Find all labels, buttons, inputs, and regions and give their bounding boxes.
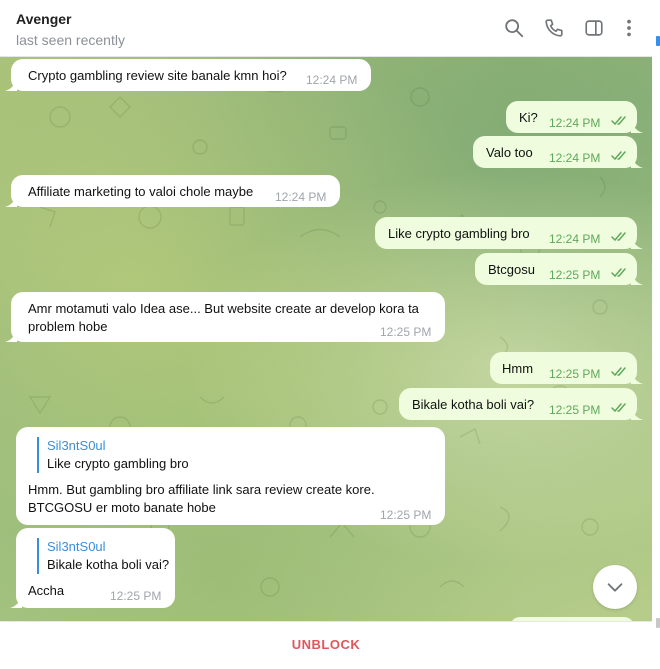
reply-quote[interactable]: Sil3ntS0ul Like crypto gambling bro xyxy=(37,437,189,473)
message-time: 12:25 PM xyxy=(110,589,162,603)
message-text: Hmm xyxy=(502,361,534,376)
message-time: 12:24 PM xyxy=(306,73,358,87)
message-bubble-incoming[interactable]: Affiliate marketing to valoi chole maybe… xyxy=(5,175,340,207)
message-text: Valo too xyxy=(486,145,533,160)
message-time: 12:24 PM xyxy=(275,190,327,204)
message-bubble-incoming[interactable]: Sil3ntS0ul Bikale kotha boli vai? Accha … xyxy=(10,528,175,608)
bubble-tail xyxy=(631,408,643,420)
chat-status: last seen recently xyxy=(16,32,125,48)
phone-icon[interactable] xyxy=(541,15,567,41)
message-time: 12:24 PM xyxy=(549,151,601,165)
message-bubble-outgoing[interactable]: Bikale kotha boli vai? 12:25 PM xyxy=(399,388,643,420)
reply-quote[interactable]: Sil3ntS0ul Bikale kotha boli vai? xyxy=(37,538,169,574)
bubble-tail xyxy=(631,273,643,285)
message-text: Accha xyxy=(28,583,65,598)
message-text: Bikale kotha boli vai? xyxy=(412,397,535,412)
message-time: 12:24 PM xyxy=(549,232,601,246)
double-check-icon xyxy=(611,116,626,126)
reply-text: Like crypto gambling bro xyxy=(47,456,189,471)
bubble-tail xyxy=(631,372,643,384)
scrollbar-marker xyxy=(656,618,660,628)
message-time: 12:25 PM xyxy=(380,508,432,522)
double-check-icon xyxy=(611,403,626,413)
message-list[interactable]: Crypto gambling review site banale kmn h… xyxy=(0,57,652,621)
bubble-tail xyxy=(5,330,17,342)
chat-footer: UNBLOCK xyxy=(0,621,652,667)
reply-author: Sil3ntS0ul xyxy=(47,438,106,453)
message-text: Btcgosu xyxy=(488,262,535,277)
message-bubble-outgoing[interactable]: Btcgosu 12:25 PM xyxy=(475,253,643,285)
message-bubble-incoming[interactable]: Amr motamuti valo Idea ase... But websit… xyxy=(5,292,445,342)
message-text: Affiliate marketing to valoi chole maybe xyxy=(28,184,254,199)
message-text: Like crypto gambling bro xyxy=(388,226,530,241)
message-bubble-incoming[interactable]: Sil3ntS0ul Like crypto gambling bro Hmm.… xyxy=(16,427,445,525)
chevron-down-icon xyxy=(607,583,623,592)
message-text: Ki? xyxy=(519,110,538,125)
scroll-to-bottom-button[interactable] xyxy=(593,565,637,609)
message-bubble-incoming[interactable]: Crypto gambling review site banale kmn h… xyxy=(5,59,371,91)
reply-author: Sil3ntS0ul xyxy=(47,539,106,554)
bubble-tail xyxy=(631,121,643,133)
message-time: 12:25 PM xyxy=(380,325,432,339)
message-text: Crypto gambling review site banale kmn h… xyxy=(28,68,287,83)
message-time: 12:24 PM xyxy=(549,116,601,130)
double-check-icon xyxy=(611,151,626,161)
message-time: 12:25 PM xyxy=(549,403,601,417)
message-text-line: BTCGOSU er moto banate hobe xyxy=(28,500,216,515)
search-icon[interactable] xyxy=(501,15,527,41)
bubble-tail xyxy=(5,195,17,207)
chat-window: Avenger last seen recently Crypto gambli… xyxy=(0,0,652,667)
message-bubble-outgoing[interactable]: Like crypto gambling bro 12:24 PM xyxy=(375,217,643,249)
double-check-icon xyxy=(611,232,626,242)
more-vertical-icon[interactable] xyxy=(616,15,642,41)
message-bubble-outgoing[interactable]: Valo too 12:24 PM xyxy=(473,136,643,168)
message-bubble-outgoing[interactable]: Hmm 12:25 PM xyxy=(490,352,643,384)
unblock-button[interactable]: UNBLOCK xyxy=(292,637,361,652)
message-text-line: problem hobe xyxy=(28,319,108,334)
chat-title[interactable]: Avenger xyxy=(16,11,72,27)
reply-text: Bikale kotha boli vai? xyxy=(47,557,170,572)
message-time: 12:25 PM xyxy=(549,268,601,282)
bubble-tail xyxy=(631,237,643,249)
bubble-tail xyxy=(10,596,22,608)
message-time: 12:25 PM xyxy=(549,367,601,381)
bubble-tail xyxy=(5,79,17,91)
message-text-line: Amr motamuti valo Idea ase... But websit… xyxy=(28,301,419,316)
double-check-icon xyxy=(611,367,626,377)
chat-header: Avenger last seen recently xyxy=(0,0,652,57)
scrollbar-marker xyxy=(656,36,660,46)
window-edge xyxy=(652,0,660,669)
double-check-icon xyxy=(611,268,626,278)
message-bubble-outgoing[interactable]: Ki? 12:24 PM xyxy=(506,101,643,133)
message-text-line: Hmm. But gambling bro affiliate link sar… xyxy=(28,482,375,497)
bubble-tail xyxy=(631,156,643,168)
sidebar-toggle-icon[interactable] xyxy=(581,15,607,41)
